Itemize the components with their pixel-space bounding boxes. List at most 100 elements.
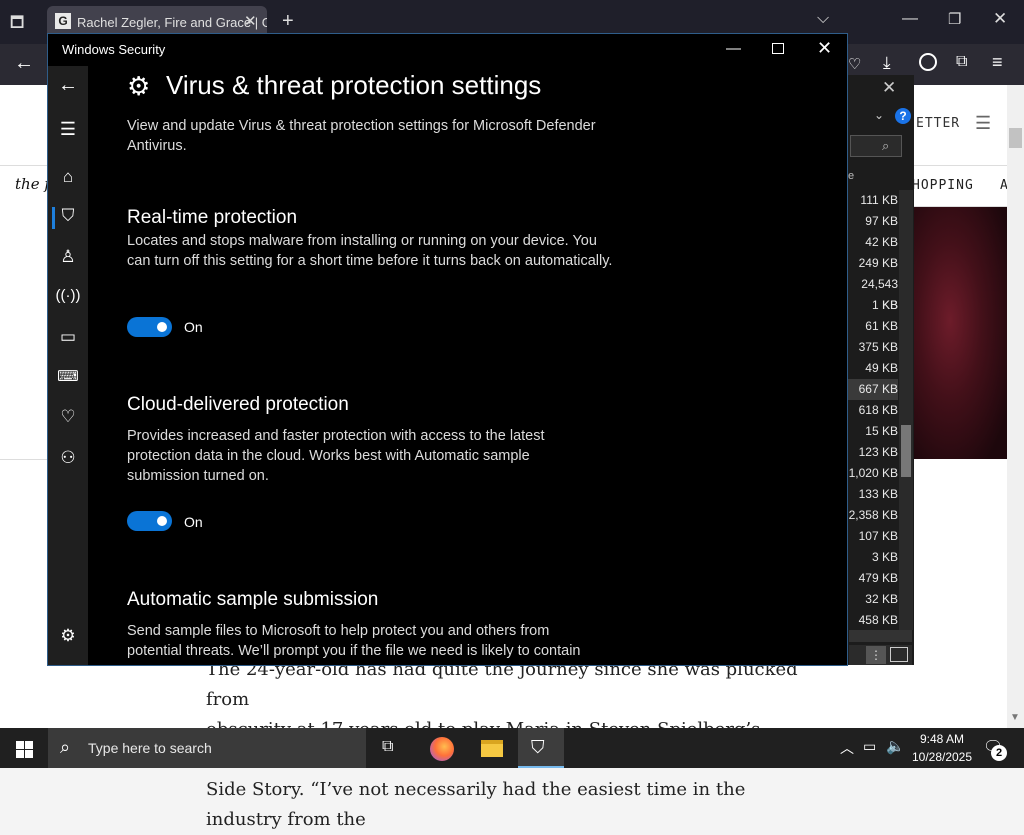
shopping-link[interactable]: HOPPING: [912, 178, 974, 193]
tab-favicon-icon: G: [55, 13, 71, 29]
realtime-protection-title: Real-time protection: [127, 207, 298, 228]
extensions-icon[interactable]: ⧉: [956, 53, 967, 71]
family-options-icon[interactable]: ⚇: [48, 448, 88, 468]
preview-view-icon[interactable]: [890, 647, 908, 662]
size-column: 111 KB 97 KB 42 KB 249 KB 24,543 KB 1 KB 61 KB…: [846, 190, 898, 631]
sample-submission-title: Automatic sample submission: [127, 589, 379, 610]
site-menu-icon[interactable]: ☰: [975, 113, 991, 134]
file-size-cell[interactable]: 249 KB: [846, 253, 898, 274]
search-icon: ⌕: [882, 138, 890, 153]
realtime-protection-description: Locates and stops malware from installin…: [127, 233, 613, 269]
file-size-cell[interactable]: 123 KB: [846, 442, 898, 463]
file-size-cell[interactable]: 479 KB: [846, 568, 898, 589]
realtime-protection-toggle-label: On: [184, 319, 203, 335]
shield-icon: ⛉: [531, 737, 545, 757]
column-header[interactable]: e: [848, 170, 854, 182]
firewall-network-icon[interactable]: ((·)): [48, 287, 88, 304]
account-icon[interactable]: ♙: [48, 247, 88, 267]
tab-title: Rachel Zegler, Fire and Grace | G: [77, 15, 267, 30]
clock-time[interactable]: 9:48 AM: [914, 732, 970, 746]
browser-back-icon[interactable]: ←: [14, 52, 34, 75]
network-icon[interactable]: ▭: [863, 738, 876, 755]
task-view-icon[interactable]: ⧉: [382, 738, 393, 756]
help-icon[interactable]: ?: [895, 108, 911, 124]
cloud-protection-toggle-label: On: [184, 514, 203, 530]
clock-date[interactable]: 10/28/2025: [908, 750, 976, 764]
search-placeholder: Type here to search: [88, 740, 212, 756]
search-icon: ⌕: [60, 737, 71, 757]
tab-close-icon[interactable]: ✕: [244, 12, 257, 30]
hamburger-icon[interactable]: ☰: [48, 119, 88, 140]
details-view-icon[interactable]: ⋮: [866, 646, 886, 664]
file-size-cell[interactable]: 97 KB: [846, 211, 898, 232]
file-size-cell[interactable]: 24,543 KB: [846, 274, 898, 312]
panel-scrollbar-thumb[interactable]: [901, 425, 911, 477]
notification-count-badge: 2: [991, 745, 1007, 761]
back-arrow-icon[interactable]: ←: [48, 74, 88, 97]
app-browser-control-icon[interactable]: ▭: [48, 327, 88, 347]
cloud-protection-title: Cloud-delivered protection: [127, 394, 349, 415]
page-scrollbar-thumb[interactable]: [1009, 128, 1022, 148]
downloads-icon[interactable]: ⤓: [883, 53, 891, 73]
file-size-cell[interactable]: 61 KB: [846, 316, 898, 337]
file-size-cell[interactable]: 15 KB: [846, 421, 898, 442]
sample-submission-description: Send sample files to Microsoft to help p…: [127, 623, 581, 659]
browser-minimize-button[interactable]: —: [902, 10, 918, 28]
device-security-icon[interactable]: ⌨: [48, 367, 88, 385]
sample-submission-clip: Send sample files to Microsoft to help p…: [127, 621, 847, 665]
file-size-cell[interactable]: 375 KB: [846, 337, 898, 358]
window-title: Windows Security: [62, 42, 166, 57]
maximize-button[interactable]: [772, 43, 784, 54]
cloud-protection-toggle[interactable]: [127, 511, 172, 531]
minimize-button[interactable]: —: [726, 40, 741, 57]
settings-gears-icon: ⚙: [127, 71, 151, 101]
close-button[interactable]: ✕: [817, 38, 832, 59]
security-sidebar: [48, 66, 88, 665]
hero-image: [912, 207, 1007, 459]
account-icon[interactable]: [919, 53, 937, 71]
home-icon[interactable]: ⌂: [48, 167, 88, 187]
tab-list-icon[interactable]: 🗖: [10, 12, 24, 37]
device-health-icon[interactable]: ♡: [48, 407, 88, 427]
file-size-cell[interactable]: 3 KB: [846, 547, 898, 568]
shield-icon[interactable]: ⛉: [48, 206, 88, 226]
panel-close-icon[interactable]: ✕: [882, 78, 896, 98]
file-size-cell[interactable]: 133 KB: [846, 484, 898, 505]
panel-horizontal-scrollbar[interactable]: [849, 630, 912, 642]
file-size-cell[interactable]: 1,020 KB: [846, 463, 898, 484]
page-scrollbar[interactable]: [1007, 85, 1024, 728]
start-button[interactable]: [0, 728, 48, 768]
new-tab-button[interactable]: +: [282, 10, 294, 33]
panel-scrollbar[interactable]: [899, 190, 913, 630]
browser-close-button[interactable]: ✕: [993, 9, 1007, 29]
page-title: Virus & threat protection settings: [166, 70, 542, 100]
firefox-icon[interactable]: [430, 737, 454, 761]
file-size-cell[interactable]: 618 KB: [846, 400, 898, 421]
realtime-protection-toggle[interactable]: [127, 317, 172, 337]
file-size-cell[interactable]: 42 KB: [846, 232, 898, 253]
scroll-down-arrow-icon[interactable]: ▼: [1010, 712, 1020, 723]
file-size-cell[interactable]: 49 KB: [846, 358, 898, 379]
file-explorer-icon[interactable]: [481, 740, 503, 757]
file-size-cell[interactable]: 1 KB: [846, 295, 898, 316]
show-hidden-icons-icon[interactable]: ︿: [840, 738, 854, 758]
divider: [0, 459, 48, 460]
browser-restore-button[interactable]: ❐: [948, 10, 961, 28]
page-description: View and update Virus & threat protectio…: [127, 118, 596, 154]
pocket-icon[interactable]: ♡: [848, 55, 861, 73]
cloud-protection-description: Provides increased and faster protection…: [127, 428, 545, 484]
panel-search-input[interactable]: [850, 135, 902, 157]
settings-icon[interactable]: ⚙: [48, 626, 88, 646]
browser-menu-icon[interactable]: ≡: [992, 52, 1003, 73]
panel-expand-icon[interactable]: ⌄: [874, 108, 884, 122]
newsletter-link[interactable]: ETTER: [916, 116, 960, 131]
volume-muted-icon[interactable]: 🔈: [886, 737, 905, 755]
file-size-cell[interactable]: 111 KB: [846, 190, 898, 211]
article-line: Side Story. “I’ve not necessarily had th…: [206, 779, 746, 830]
file-size-cell[interactable]: 667 KB: [846, 379, 898, 400]
file-size-cell[interactable]: 458 KB: [846, 610, 898, 631]
file-size-cell[interactable]: 107 KB: [846, 526, 898, 547]
file-size-cell[interactable]: 2,358 KB: [846, 505, 898, 526]
list-all-tabs-icon[interactable]: ⌵: [817, 10, 829, 28]
file-size-cell[interactable]: 32 KB: [846, 589, 898, 610]
